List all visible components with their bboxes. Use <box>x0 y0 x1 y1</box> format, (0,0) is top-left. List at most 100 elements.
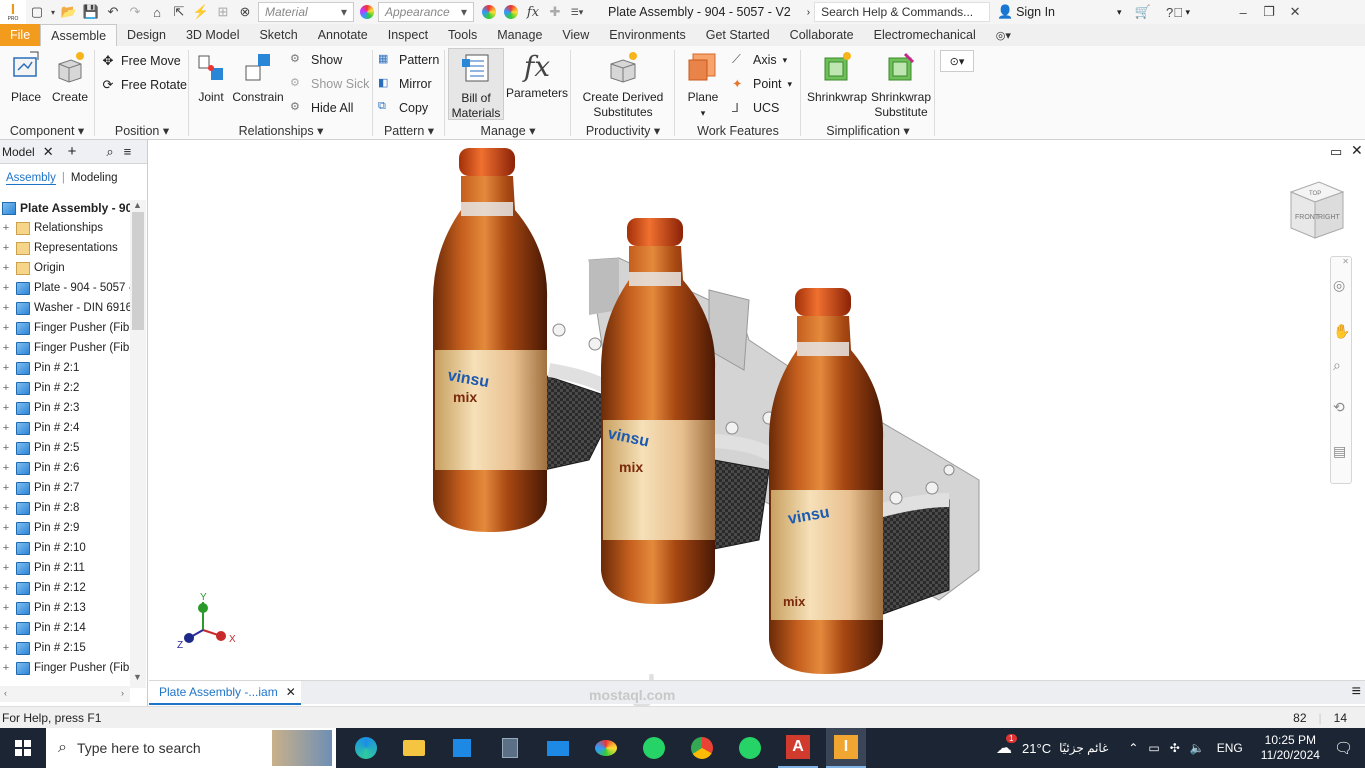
material-dropdown[interactable]: Material ▾ <box>258 2 354 22</box>
select-icon[interactable]: ⇱ <box>168 1 190 23</box>
tree-item[interactable]: + Pin # 2:9 <box>0 518 130 538</box>
edge-icon[interactable] <box>346 728 386 768</box>
weather-icon[interactable]: ☁ 1 <box>996 734 1017 758</box>
joint-button[interactable]: Joint <box>192 50 230 105</box>
app-logo[interactable]: I PRO <box>0 0 26 24</box>
tree-item[interactable]: + Pin # 2:4 <box>0 418 130 438</box>
panel-label-productivity[interactable]: Productivity ▾ <box>572 123 674 138</box>
axis-button[interactable]: ⟋ Axis ▾ <box>732 49 787 71</box>
create-derived-substitutes-button[interactable]: Create Derived Substitutes <box>576 50 670 120</box>
tree-item[interactable]: + Pin # 2:11 <box>0 558 130 578</box>
tab-manage[interactable]: Manage <box>487 24 552 46</box>
expand-icon[interactable]: + <box>0 562 12 574</box>
panel-label-simplification[interactable]: Simplification ▾ <box>802 123 934 138</box>
expand-icon[interactable]: + <box>0 382 12 394</box>
expand-icon[interactable]: + <box>0 642 12 654</box>
weather-temperature[interactable]: 21°C <box>1022 741 1051 756</box>
scroll-right-icon[interactable]: › <box>121 688 124 698</box>
expand-icon[interactable]: + <box>0 342 12 354</box>
graphics-viewport[interactable]: vinsu mix vinsu mix vinsu mix Y X Z FRON… <box>149 140 1365 708</box>
tab-inspect[interactable]: Inspect <box>378 24 438 46</box>
expand-icon[interactable]: + <box>0 322 12 334</box>
close-icon[interactable]: ✕ <box>1342 257 1349 266</box>
settings-tray-icon[interactable]: ✣ <box>1170 741 1180 755</box>
expand-icon[interactable]: + <box>0 542 12 554</box>
close-icon[interactable]: ✕ <box>286 685 296 699</box>
file-explorer-icon[interactable] <box>394 728 434 768</box>
panel-label-pattern[interactable]: Pattern ▾ <box>374 123 444 138</box>
clock[interactable]: 10:25 PM 11/20/2024 <box>1261 733 1320 763</box>
expand-icon[interactable]: + <box>0 622 12 634</box>
pattern-button[interactable]: ▦ Pattern <box>378 49 439 71</box>
plus-icon[interactable]: ✚ <box>544 1 566 23</box>
tree-item[interactable]: + Pin # 2:12 <box>0 578 130 598</box>
close-view-icon[interactable]: ✕ <box>1351 142 1363 159</box>
minimize-icon[interactable]: – <box>1232 1 1254 23</box>
chrome-icon[interactable] <box>682 728 722 768</box>
steering-wheel-icon[interactable]: ◎ <box>1333 277 1345 294</box>
fx-icon[interactable]: fx <box>522 1 544 23</box>
notification-icon[interactable]: 🗨 <box>1334 739 1353 757</box>
new-icon[interactable]: ▢ <box>26 1 48 23</box>
ribbon-display-toggle[interactable]: ◎▾ <box>986 24 1021 46</box>
tree-item[interactable]: + Pin # 2:5 <box>0 438 130 458</box>
tab-sketch[interactable]: Sketch <box>249 24 307 46</box>
expand-icon[interactable]: + <box>0 662 12 674</box>
tree-item[interactable]: + Pin # 2:10 <box>0 538 130 558</box>
browser-tab-assembly[interactable]: Assembly <box>6 172 56 185</box>
sign-in-link[interactable]: Sign In <box>1016 5 1055 19</box>
tree-item[interactable]: + Pin # 2:6 <box>0 458 130 478</box>
whatsapp-icon[interactable] <box>634 728 674 768</box>
tree-item[interactable]: + Representations <box>0 238 130 258</box>
expand-icon[interactable]: + <box>0 582 12 594</box>
tab-tools[interactable]: Tools <box>438 24 487 46</box>
tree-item[interactable]: + Pin # 2:8 <box>0 498 130 518</box>
place-button[interactable]: Place <box>6 50 46 105</box>
tree-item[interactable]: + Pin # 2:2 <box>0 378 130 398</box>
expand-icon[interactable]: + <box>0 282 12 294</box>
panel-label-relationships[interactable]: Relationships ▾ <box>190 123 372 138</box>
measure-icon[interactable]: ⊞ <box>212 1 234 23</box>
free-move-button[interactable]: ✥ Free Move <box>100 50 181 72</box>
chevron-down-icon[interactable]: ▾ <box>1117 7 1122 18</box>
shrinkwrap-button[interactable]: Shrinkwrap <box>806 50 868 105</box>
parameters-button[interactable]: fx Parameters <box>506 50 568 101</box>
bottle-3[interactable]: vinsu mix <box>769 288 884 674</box>
menu-icon[interactable]: ≡ <box>124 144 132 159</box>
browser-tab-modeling[interactable]: Modeling <box>71 172 118 184</box>
expand-icon[interactable]: + <box>0 522 12 534</box>
expand-icon[interactable]: + <box>0 402 12 414</box>
panel-label-position[interactable]: Position ▾ <box>96 123 188 138</box>
tab-3d-model[interactable]: 3D Model <box>176 24 250 46</box>
network-icon[interactable]: ▭ <box>1148 741 1159 755</box>
pan-icon[interactable]: ✋ <box>1333 323 1350 340</box>
expand-icon[interactable]: + <box>0 222 12 234</box>
appearance-dropdown[interactable]: Appearance ▾ <box>378 2 474 22</box>
maximize-view-icon[interactable]: ▭ <box>1330 144 1342 160</box>
scroll-down-icon[interactable]: ▼ <box>133 672 142 682</box>
taskbar-search-box[interactable]: ⌕ Type here to search <box>46 728 336 768</box>
mirror-button[interactable]: ◧ Mirror <box>378 73 432 95</box>
appearance-icon[interactable]: ⊗ <box>234 1 256 23</box>
tree-root[interactable]: Plate Assembly - 90 <box>0 198 130 218</box>
expand-icon[interactable]: + <box>0 462 12 474</box>
expand-icon[interactable]: + <box>0 422 12 434</box>
view-cube-front[interactable]: FRONT <box>1295 214 1320 221</box>
tree-item[interactable]: + Finger Pusher (Fib <box>0 318 130 338</box>
create-button[interactable]: Create <box>50 50 90 105</box>
close-icon[interactable]: ✕ <box>1284 1 1306 23</box>
panel-label-component[interactable]: Component ▾ <box>0 123 94 138</box>
copy-button[interactable]: ⧉ Copy <box>378 97 428 119</box>
start-icon[interactable] <box>0 728 46 768</box>
tab-design[interactable]: Design <box>117 24 176 46</box>
customize-icon[interactable]: ☰▾ <box>566 1 588 23</box>
document-tab[interactable]: Plate Assembly -...iam ✕ <box>149 681 301 705</box>
tab-electromechanical[interactable]: Electromechanical <box>864 24 986 46</box>
adjust-icon[interactable] <box>478 1 500 23</box>
tab-file[interactable]: File <box>0 24 41 46</box>
bill-of-materials-button[interactable]: Bill of Materials <box>448 48 504 120</box>
help-icon[interactable]: ?⃝ <box>1164 1 1186 23</box>
calculator-icon[interactable] <box>490 728 530 768</box>
tree-item[interactable]: + Finger Pusher (Fib <box>0 658 130 678</box>
menu-icon[interactable]: ≡ <box>1352 683 1361 701</box>
